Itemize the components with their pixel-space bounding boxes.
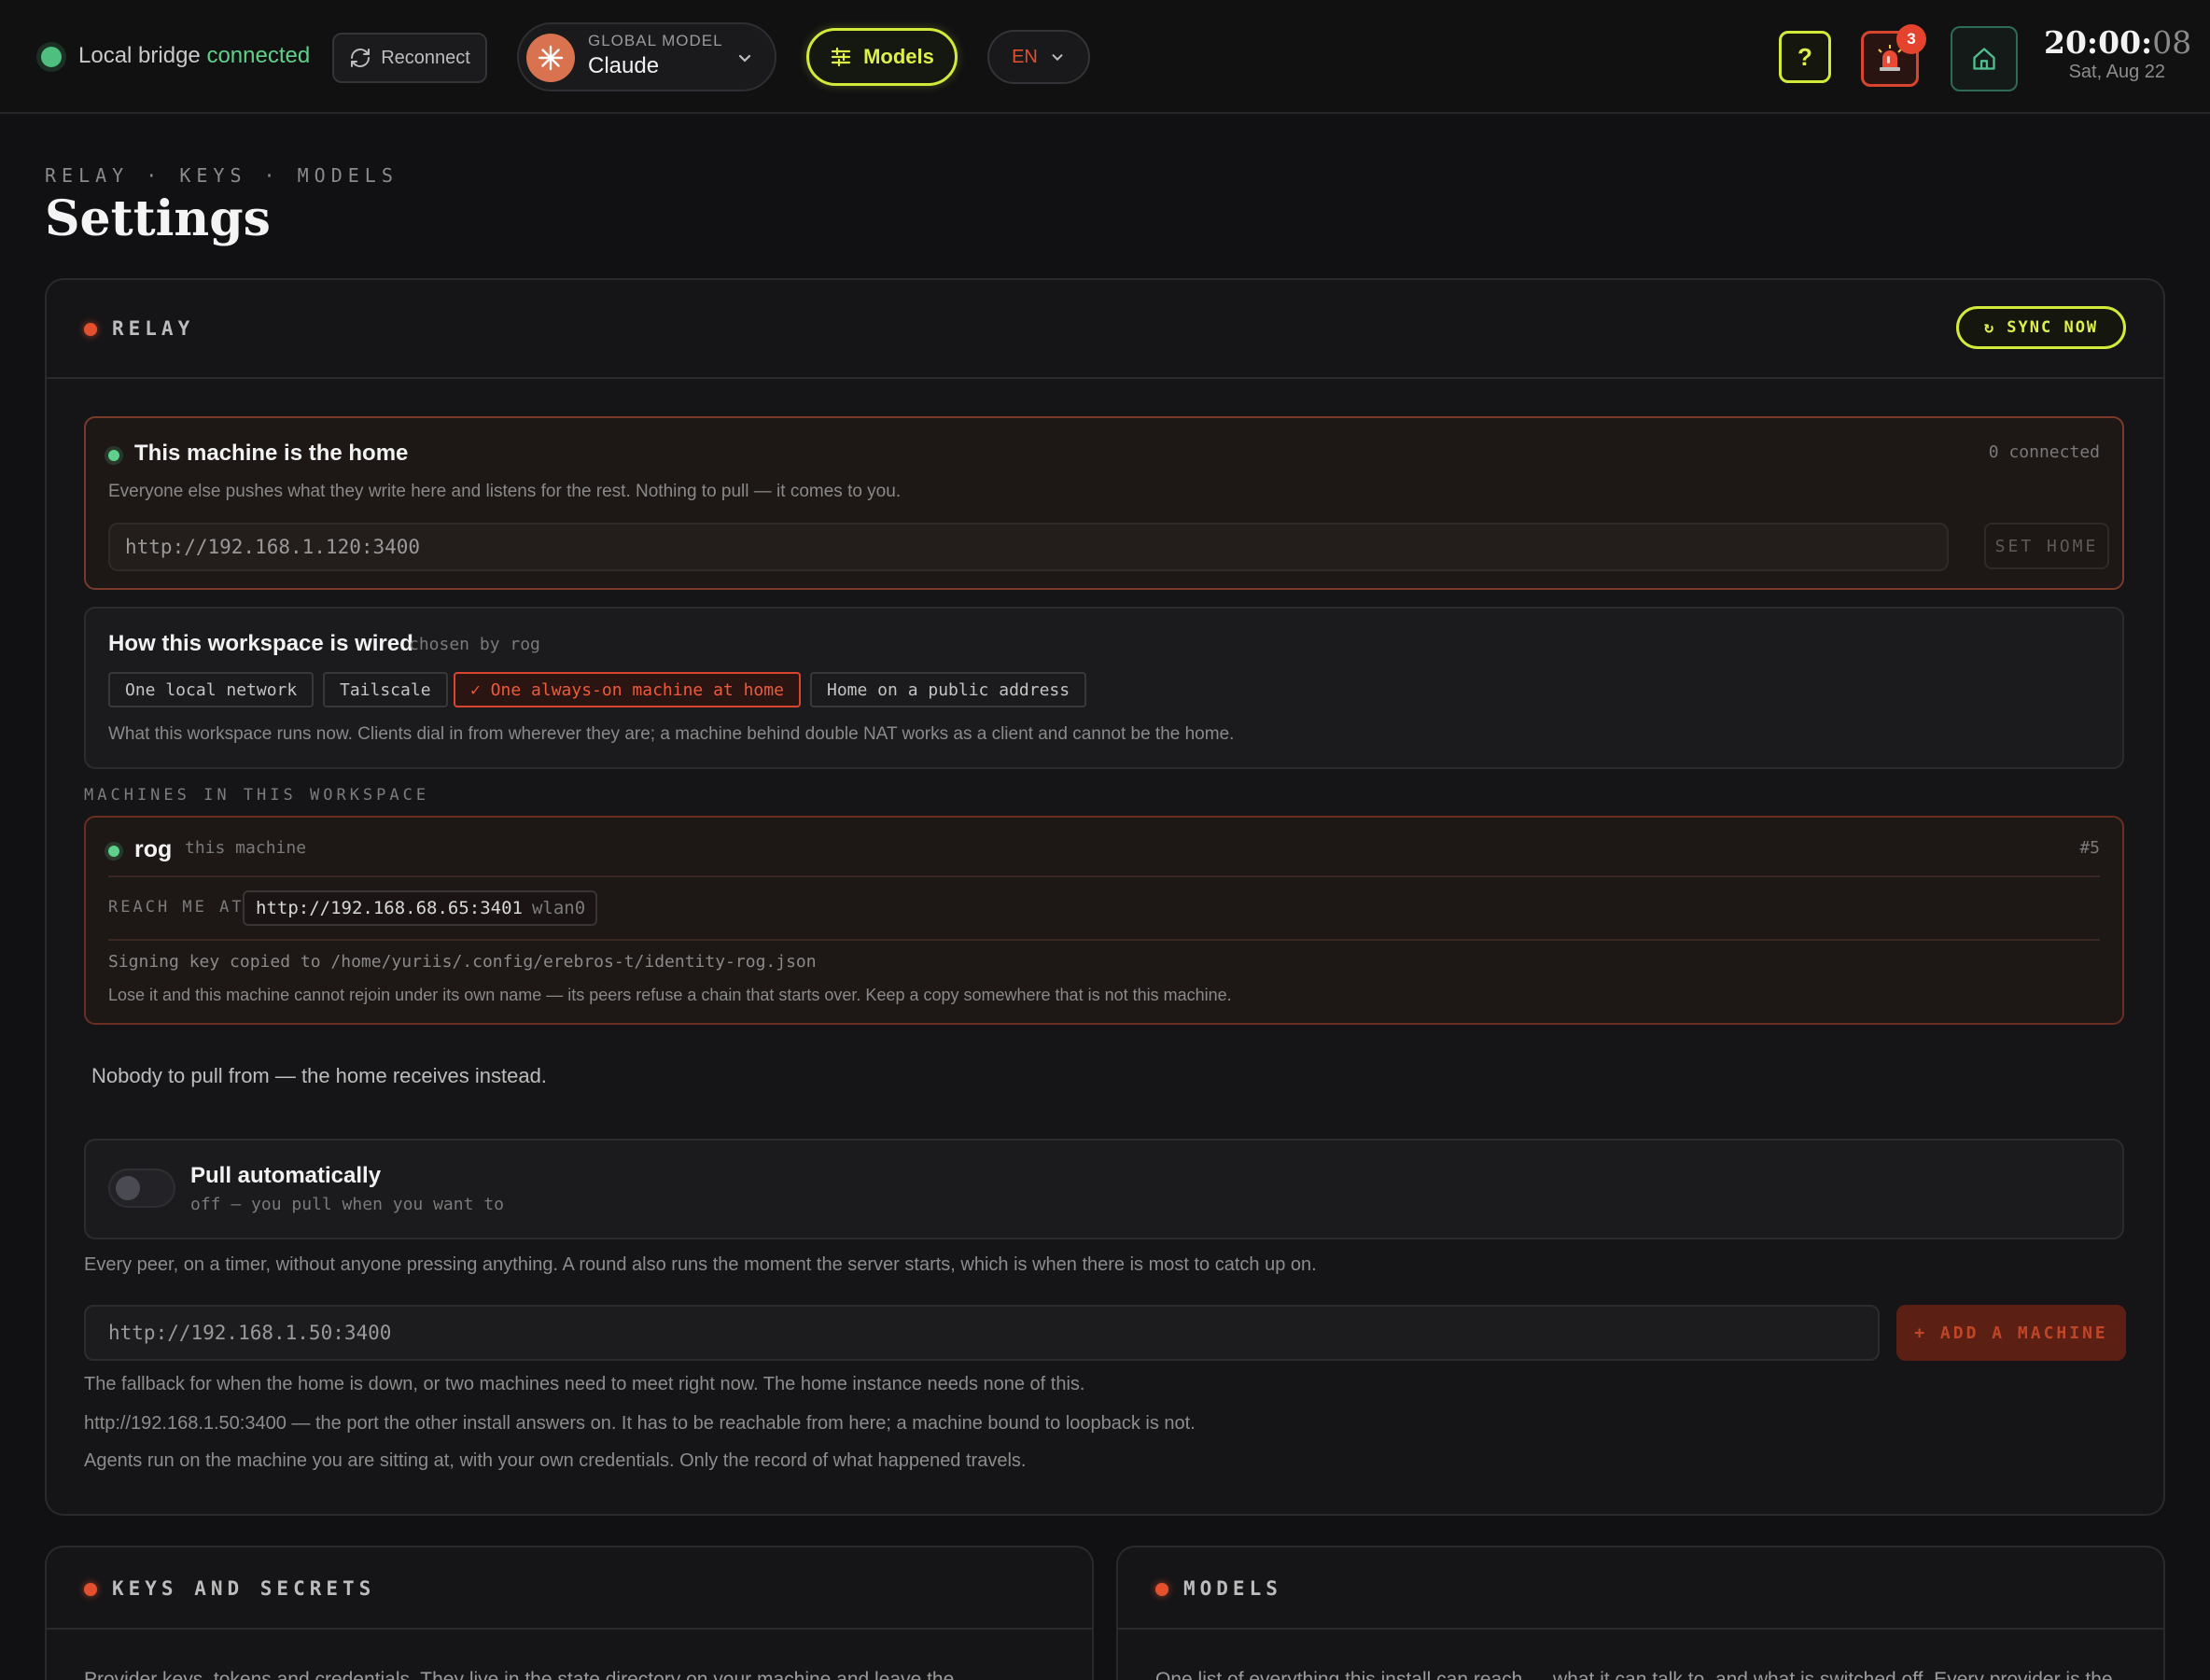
connection-status-icon <box>41 47 62 67</box>
page-title: Settings <box>45 190 271 247</box>
breadcrumb: RELAY · KEYS · MODELS <box>45 164 399 187</box>
relay-panel: RELAY ↻ SYNC NOW This machine is the hom… <box>45 278 2165 1516</box>
language-selector[interactable]: EN <box>987 30 1090 84</box>
sliders-icon <box>831 47 851 67</box>
online-status-icon <box>108 450 119 461</box>
reach-interface: wlan0 <box>531 898 586 918</box>
home-icon <box>1973 48 1995 70</box>
signing-key-warning: Lose it and this machine cannot rejoin u… <box>108 986 1232 1004</box>
alert-count-badge: 3 <box>1896 24 1926 54</box>
keys-title: KEYS AND SECRETS <box>112 1577 376 1600</box>
home-card-description: Everyone else pushes what they write her… <box>108 482 902 501</box>
models-label: Models <box>863 45 934 68</box>
section-dot-icon <box>84 1583 97 1596</box>
models-panel-header: MODELS <box>1118 1547 2163 1630</box>
relay-title: RELAY <box>112 317 195 340</box>
connected-count: 0 connected <box>1988 442 2100 462</box>
machine-number: #5 <box>2079 838 2100 858</box>
refresh-icon <box>351 49 371 67</box>
reach-me-label: REACH ME AT <box>108 898 245 917</box>
toggle-knob <box>116 1176 140 1200</box>
divider <box>108 875 2100 877</box>
clock-date: Sat, Aug 22 <box>2068 62 2165 82</box>
wiring-title: How this workspace is wired <box>108 631 413 656</box>
help-icon: ? <box>1797 42 1812 71</box>
machine-name: rog <box>134 836 173 862</box>
divider <box>108 939 2100 941</box>
language-label: EN <box>1012 46 1038 67</box>
machine-tag: this machine <box>185 838 307 858</box>
home-card-title: This machine is the home <box>134 441 409 466</box>
section-dot-icon <box>1155 1583 1168 1596</box>
bridge-status: Local bridge connected <box>78 43 310 69</box>
keys-panel: KEYS AND SECRETS Provider keys, tokens a… <box>45 1546 1094 1680</box>
global-model-label: GLOBAL MODEL <box>588 32 723 49</box>
wiring-option-tailscale[interactable]: Tailscale <box>323 672 448 707</box>
home-button[interactable] <box>1951 26 2018 91</box>
pull-description: Every peer, on a timer, without anyone p… <box>84 1254 1317 1275</box>
add-machine-note-3: Agents run on the machine you are sittin… <box>84 1450 1027 1471</box>
reconnect-label: Reconnect <box>381 47 470 68</box>
machine-card-rog: rog this machine #5 REACH ME AT http://1… <box>84 816 2124 1025</box>
models-panel: MODELS One list of everything this insta… <box>1116 1546 2165 1680</box>
global-model-name: Claude <box>588 53 660 78</box>
chevron-down-icon <box>1052 54 1063 62</box>
pull-title: Pull automatically <box>190 1163 382 1188</box>
clock-hours-minutes: 20:00: <box>2044 24 2153 61</box>
reach-address[interactable]: http://192.168.68.65:3401 wlan0 <box>243 890 597 926</box>
keys-panel-header: KEYS AND SECRETS <box>47 1547 1092 1630</box>
claude-logo-icon <box>526 34 575 82</box>
models-title: MODELS <box>1183 1577 1282 1600</box>
nobody-to-pull-text: Nobody to pull from — the home receives … <box>91 1064 547 1087</box>
keys-description: Provider keys, tokens and credentials. T… <box>84 1669 955 1680</box>
add-machine-url-input[interactable]: http://192.168.1.50:3400 <box>84 1305 1880 1361</box>
wiring-option-home-machine[interactable]: ✓ One always-on machine at home <box>454 672 801 707</box>
signing-key-note: Signing key copied to /home/yuriis/.conf… <box>108 952 817 972</box>
relay-panel-header: RELAY ↻ SYNC NOW <box>47 280 2163 379</box>
reconnect-button[interactable]: Reconnect <box>332 33 487 83</box>
chevron-down-icon <box>738 54 751 63</box>
online-status-icon <box>108 846 119 857</box>
add-machine-button[interactable]: + ADD A MACHINE <box>1896 1305 2126 1361</box>
home-url-input[interactable]: http://192.168.1.120:3400 <box>108 523 1949 571</box>
wiring-option-local-network[interactable]: One local network <box>108 672 315 707</box>
wiring-chosen-by: chosen by rog <box>409 635 540 654</box>
models-description: One list of everything this install can … <box>1155 1669 2113 1680</box>
workspace-wiring-card: How this workspace is wired chosen by ro… <box>84 607 2124 769</box>
add-machine-note-1: The fallback for when the home is down, … <box>84 1374 1085 1394</box>
section-dot-icon <box>84 323 97 336</box>
bridge-status-value: connected <box>206 43 311 68</box>
machines-section-label: MACHINES IN THIS WORKSPACE <box>84 786 430 805</box>
pull-auto-toggle[interactable] <box>108 1169 175 1208</box>
wiring-description: What this workspace runs now. Clients di… <box>108 724 1235 744</box>
pull-automatically-card: Pull automatically off — you pull when y… <box>84 1139 2124 1239</box>
models-button[interactable]: Models <box>806 28 958 86</box>
help-button[interactable]: ? <box>1779 31 1831 83</box>
home-machine-card: This machine is the home 0 connected Eve… <box>84 416 2124 590</box>
add-machine-note-2: http://192.168.1.50:3400 — the port the … <box>84 1413 1196 1434</box>
reach-url: http://192.168.68.65:3401 <box>256 898 523 918</box>
global-model-selector[interactable]: GLOBAL MODEL Claude <box>517 22 776 91</box>
wiring-option-public-address[interactable]: Home on a public address <box>810 672 1087 707</box>
clock-time: 20:00:08 <box>2044 24 2191 61</box>
clock-seconds: 08 <box>2152 24 2192 61</box>
set-home-button[interactable]: SET HOME <box>1984 523 2109 569</box>
top-bar: Local bridge connected Reconnect GLOBAL … <box>0 0 2210 114</box>
sync-now-button[interactable]: ↻ SYNC NOW <box>1956 306 2126 349</box>
bridge-label: Local bridge <box>78 43 201 68</box>
pull-status: off — you pull when you want to <box>190 1195 504 1214</box>
